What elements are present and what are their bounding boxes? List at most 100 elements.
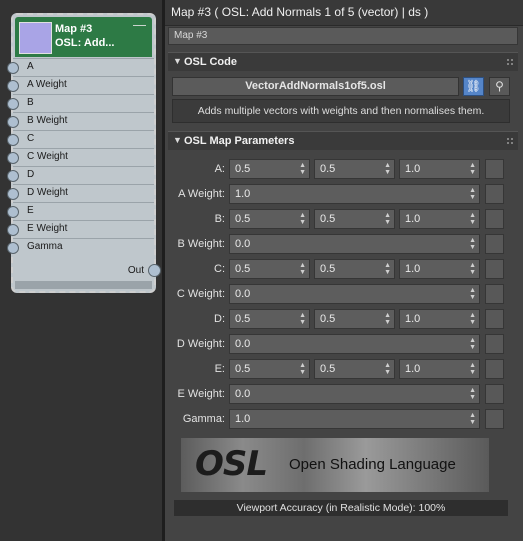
link-icon[interactable]: ⛓ bbox=[463, 77, 484, 96]
param-map-button[interactable] bbox=[485, 384, 504, 404]
spinner-arrows-icon[interactable]: ▲ ▼ bbox=[299, 212, 306, 226]
input-socket-row[interactable]: A bbox=[7, 58, 154, 76]
input-socket[interactable] bbox=[7, 170, 19, 182]
spinner-arrows-icon[interactable]: ▲ ▼ bbox=[469, 262, 476, 276]
viewport-accuracy-bar[interactable]: Viewport Accuracy (in Realistic Mode): 1… bbox=[174, 500, 508, 516]
param-map-button[interactable] bbox=[485, 284, 504, 304]
param-spinner[interactable]: 0.0 ▲ ▼ bbox=[229, 384, 480, 404]
spinner-arrows-icon[interactable]: ▲ ▼ bbox=[299, 362, 306, 376]
param-spinner[interactable]: 0.5 ▲ ▼ bbox=[229, 309, 310, 329]
spinner-arrows-icon[interactable]: ▲ ▼ bbox=[384, 262, 391, 276]
param-map-button[interactable] bbox=[485, 309, 504, 329]
input-socket[interactable] bbox=[7, 242, 19, 254]
input-socket-row[interactable]: Gamma bbox=[7, 238, 154, 256]
param-map-button[interactable] bbox=[485, 234, 504, 254]
param-map-button[interactable] bbox=[485, 334, 504, 354]
param-row: B: 0.5 ▲ ▼ 0.5 ▲ ▼ 1.0 ▲ ▼ bbox=[165, 209, 523, 230]
param-label: C Weight: bbox=[176, 288, 225, 300]
param-spinner[interactable]: 0.0 ▲ ▼ bbox=[229, 334, 480, 354]
param-map-button[interactable] bbox=[485, 184, 504, 204]
spinner-arrows-icon[interactable]: ▲ ▼ bbox=[299, 162, 306, 176]
input-socket-row[interactable]: B Weight bbox=[7, 112, 154, 130]
node-editor-canvas[interactable]: Map #3 OSL: Add... — A A Weight B B Weight C… bbox=[0, 0, 162, 541]
param-map-button[interactable] bbox=[485, 359, 504, 379]
input-socket[interactable] bbox=[7, 62, 19, 74]
map-name-field[interactable]: Map #3 bbox=[168, 27, 518, 45]
param-map-button[interactable] bbox=[485, 159, 504, 179]
input-socket-row[interactable]: D Weight bbox=[7, 184, 154, 202]
param-spinner[interactable]: 1.0 ▲ ▼ bbox=[399, 209, 480, 229]
output-socket[interactable] bbox=[148, 264, 161, 277]
input-socket[interactable] bbox=[7, 188, 19, 200]
param-spinner[interactable]: 1.0 ▲ ▼ bbox=[399, 259, 480, 279]
spinner-arrows-icon[interactable]: ▲ ▼ bbox=[469, 162, 476, 176]
param-spinner[interactable]: 1.0 ▲ ▼ bbox=[399, 359, 480, 379]
param-value: 0.5 bbox=[320, 163, 336, 175]
param-spinner[interactable]: 0.5 ▲ ▼ bbox=[229, 159, 310, 179]
input-socket-row[interactable]: E bbox=[7, 202, 154, 220]
input-socket[interactable] bbox=[7, 206, 19, 218]
spinner-arrows-icon[interactable]: ▲ ▼ bbox=[469, 362, 476, 376]
param-value: 0.0 bbox=[235, 388, 251, 400]
input-socket-row[interactable]: B bbox=[7, 94, 154, 112]
rollout-title: OSL Map Parameters bbox=[184, 135, 295, 147]
param-spinner[interactable]: 0.5 ▲ ▼ bbox=[229, 259, 310, 279]
input-socket[interactable] bbox=[7, 116, 19, 128]
param-spinner[interactable]: 0.0 ▲ ▼ bbox=[229, 284, 480, 304]
param-spinner[interactable]: 1.0 ▲ ▼ bbox=[229, 184, 480, 204]
spinner-arrows-icon[interactable]: ▲ ▼ bbox=[469, 237, 476, 251]
param-spinner[interactable]: 0.5 ▲ ▼ bbox=[314, 309, 395, 329]
spinner-arrows-icon[interactable]: ▲ ▼ bbox=[469, 412, 476, 426]
param-spinner[interactable]: 1.0 ▲ ▼ bbox=[399, 309, 480, 329]
node-minimize-icon[interactable]: — bbox=[133, 17, 146, 32]
input-socket[interactable] bbox=[7, 152, 19, 164]
spinner-arrows-icon[interactable]: ▲ ▼ bbox=[469, 312, 476, 326]
param-map-button[interactable] bbox=[485, 259, 504, 279]
param-spinner[interactable]: 0.5 ▲ ▼ bbox=[314, 209, 395, 229]
spinner-arrows-icon[interactable]: ▲ ▼ bbox=[384, 162, 391, 176]
input-socket-row[interactable]: C bbox=[7, 130, 154, 148]
spinner-arrows-icon[interactable]: ▲ ▼ bbox=[469, 212, 476, 226]
input-socket-row[interactable]: E Weight bbox=[7, 220, 154, 238]
param-map-button[interactable] bbox=[485, 409, 504, 429]
osl-description: Adds multiple vectors with weights and t… bbox=[172, 99, 510, 123]
spinner-arrows-icon[interactable]: ▲ ▼ bbox=[384, 362, 391, 376]
input-socket-row[interactable]: D bbox=[7, 166, 154, 184]
input-socket[interactable] bbox=[7, 98, 19, 110]
osl-logo: OSL Open Shading Language bbox=[181, 438, 489, 492]
input-socket[interactable] bbox=[7, 80, 19, 92]
input-socket[interactable] bbox=[7, 224, 19, 236]
input-socket[interactable] bbox=[7, 134, 19, 146]
param-spinner[interactable]: 0.0 ▲ ▼ bbox=[229, 234, 480, 254]
spinner-arrows-icon[interactable]: ▲ ▼ bbox=[469, 337, 476, 351]
node-title: Map #3 OSL: Add... bbox=[55, 22, 114, 50]
rollout-osl-map-parameters[interactable]: ▼ OSL Map Parameters bbox=[168, 131, 518, 150]
spinner-arrows-icon[interactable]: ▲ ▼ bbox=[469, 387, 476, 401]
spinner-arrows-icon[interactable]: ▲ ▼ bbox=[469, 287, 476, 301]
param-value: 1.0 bbox=[405, 213, 421, 225]
param-spinner[interactable]: 1.0 ▲ ▼ bbox=[399, 159, 480, 179]
param-spinner[interactable]: 1.0 ▲ ▼ bbox=[229, 409, 480, 429]
param-spinner[interactable]: 0.5 ▲ ▼ bbox=[314, 159, 395, 179]
socket-label: A bbox=[27, 61, 34, 72]
osl-map-node[interactable]: Map #3 OSL: Add... — A A Weight B B Weight C… bbox=[7, 13, 161, 293]
spinner-arrows-icon[interactable]: ▲ ▼ bbox=[384, 312, 391, 326]
param-spinner[interactable]: 0.5 ▲ ▼ bbox=[314, 359, 395, 379]
node-header[interactable]: Map #3 OSL: Add... — bbox=[15, 17, 152, 57]
spinner-arrows-icon[interactable]: ▲ ▼ bbox=[299, 312, 306, 326]
param-spinner[interactable]: 0.5 ▲ ▼ bbox=[229, 209, 310, 229]
param-label: C: bbox=[214, 263, 225, 275]
spinner-arrows-icon[interactable]: ▲ ▼ bbox=[384, 212, 391, 226]
param-label: E Weight: bbox=[177, 388, 226, 400]
spinner-arrows-icon[interactable]: ▲ ▼ bbox=[469, 187, 476, 201]
input-socket-row[interactable]: A Weight bbox=[7, 76, 154, 94]
rollout-osl-code[interactable]: ▼ OSL Code bbox=[168, 52, 518, 71]
spinner-arrows-icon[interactable]: ▲ ▼ bbox=[299, 262, 306, 276]
osl-file-button[interactable]: VectorAddNormals1of5.osl bbox=[172, 77, 459, 96]
param-spinner[interactable]: 0.5 ▲ ▼ bbox=[229, 359, 310, 379]
param-row: D Weight: 0.0 ▲ ▼ bbox=[165, 334, 523, 355]
param-spinner[interactable]: 0.5 ▲ ▼ bbox=[314, 259, 395, 279]
param-map-button[interactable] bbox=[485, 209, 504, 229]
search-icon[interactable]: ⚲ bbox=[489, 77, 510, 96]
input-socket-row[interactable]: C Weight bbox=[7, 148, 154, 166]
